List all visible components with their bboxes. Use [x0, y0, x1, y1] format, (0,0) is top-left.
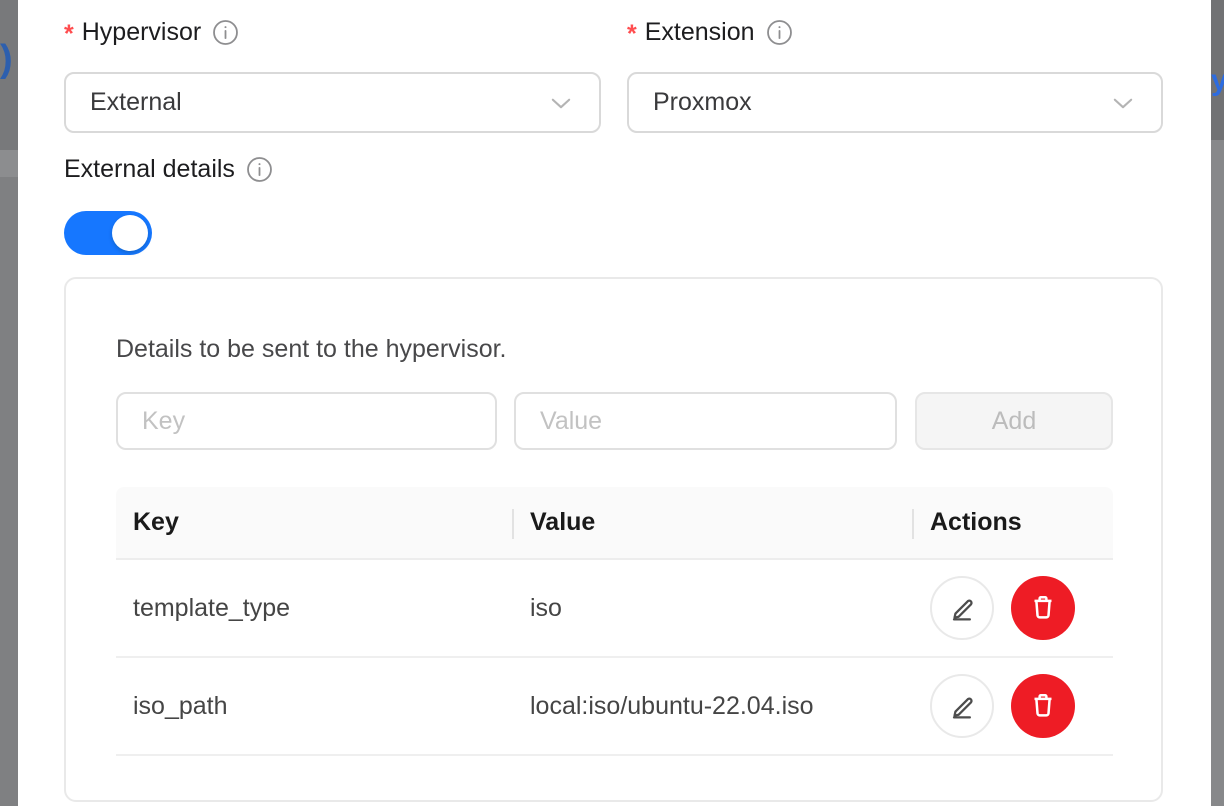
header-value: Value: [512, 508, 912, 537]
edit-row-button[interactable]: [930, 576, 994, 640]
header-key: Key: [116, 508, 512, 537]
table-row: template_type iso: [116, 560, 1113, 658]
trash-icon: [1028, 592, 1058, 625]
extension-label: * Extension: [627, 18, 793, 47]
row-key-cell: template_type: [116, 594, 512, 623]
modal-page: ) ys * Hypervisor * Extension: [0, 0, 1224, 806]
delete-row-button[interactable]: [1011, 576, 1075, 640]
form-modal: * Hypervisor * Extension: [18, 0, 1211, 806]
extension-select-value: Proxmox: [653, 88, 1109, 117]
dimmed-background-left: ): [0, 0, 18, 806]
header-actions: Actions: [912, 508, 1113, 537]
row-value-cell: iso: [512, 594, 912, 623]
chevron-down-icon: [1109, 89, 1137, 117]
value-input[interactable]: [514, 392, 897, 450]
info-icon[interactable]: [766, 19, 793, 46]
required-marker: *: [627, 20, 637, 49]
background-cut-text-right: ys: [1211, 64, 1224, 98]
row-value-cell: local:iso/ubuntu-22.04.iso: [512, 692, 912, 721]
toggle-knob: [112, 215, 148, 251]
hypervisor-select-value: External: [90, 88, 547, 117]
header-separator: [512, 509, 514, 539]
card-description: Details to be sent to the hypervisor.: [116, 335, 507, 364]
extension-select[interactable]: Proxmox: [627, 72, 1163, 133]
edit-pencil-icon: [946, 591, 978, 626]
row-actions-cell: [912, 576, 1113, 640]
key-input[interactable]: [116, 392, 497, 450]
row-actions-cell: [912, 674, 1113, 738]
trash-icon: [1028, 690, 1058, 723]
details-table: Key Value Actions template_type iso: [116, 487, 1113, 756]
background-cut-text-left: ): [0, 38, 13, 81]
hypervisor-label-text: Hypervisor: [82, 18, 201, 47]
edit-pencil-icon: [946, 689, 978, 724]
required-marker: *: [64, 20, 74, 49]
info-icon[interactable]: [212, 19, 239, 46]
external-details-toggle[interactable]: [64, 211, 152, 255]
hypervisor-details-card: Details to be sent to the hypervisor. Ad…: [64, 277, 1163, 802]
info-icon[interactable]: [246, 156, 273, 183]
hypervisor-select[interactable]: External: [64, 72, 601, 133]
external-details-label: External details: [64, 155, 273, 184]
table-header-row: Key Value Actions: [116, 487, 1113, 560]
row-key-cell: iso_path: [116, 692, 512, 721]
delete-row-button[interactable]: [1011, 674, 1075, 738]
extension-label-text: Extension: [645, 18, 755, 47]
edit-row-button[interactable]: [930, 674, 994, 738]
external-details-label-text: External details: [64, 155, 235, 184]
chevron-down-icon: [547, 89, 575, 117]
header-separator: [912, 509, 914, 539]
hypervisor-label: * Hypervisor: [64, 18, 239, 47]
table-row: iso_path local:iso/ubuntu-22.04.iso: [116, 658, 1113, 756]
add-button[interactable]: Add: [915, 392, 1113, 450]
dimmed-background-right: ys: [1211, 0, 1224, 806]
